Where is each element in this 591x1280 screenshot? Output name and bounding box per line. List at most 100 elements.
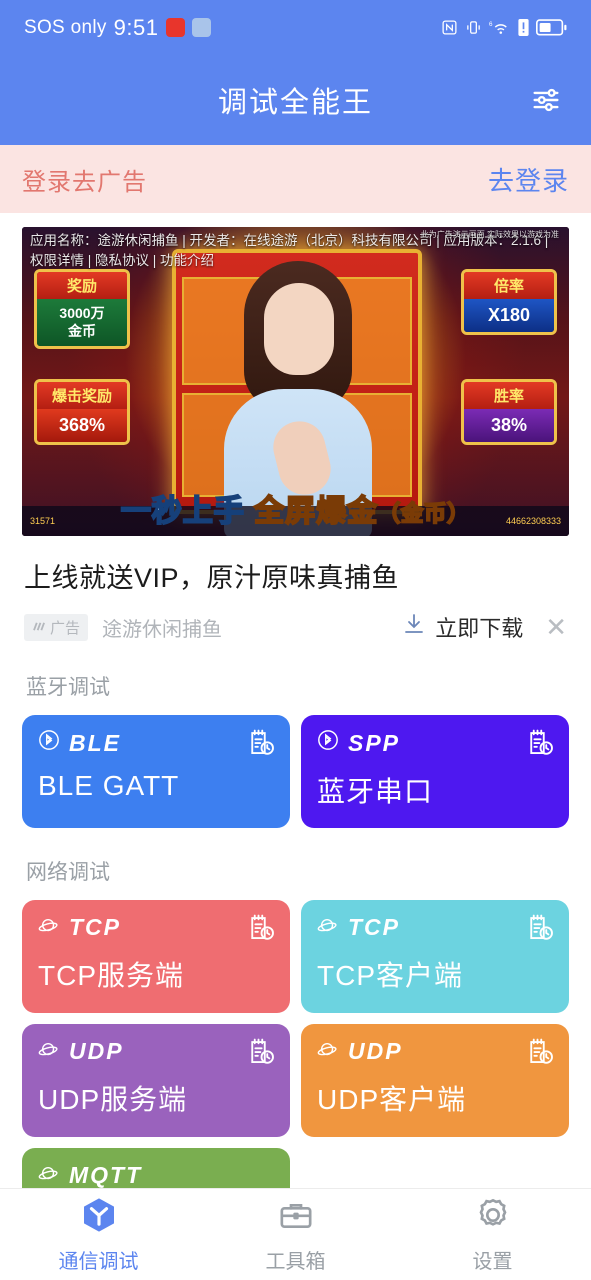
- login-banner-text: 登录去广告: [22, 168, 147, 196]
- nfc-icon: [441, 19, 458, 36]
- card-protocol-label: MQTT: [69, 1162, 143, 1188]
- ad-slogan-part-2: 全屏爆金: [253, 494, 379, 529]
- ad-actions: 立即下载 ✕: [402, 611, 567, 643]
- card-udp-client[interactable]: UDP UDP客户端: [301, 1024, 569, 1137]
- login-ad-banner[interactable]: 登录去广告 去登录: [0, 145, 591, 213]
- page-title: 调试全能王: [217, 87, 373, 119]
- sliders-settings-icon[interactable]: [525, 79, 567, 121]
- carrier-label: SOS only: [24, 16, 107, 38]
- ad-panel-caption: 胜率: [464, 382, 554, 409]
- history-clipboard-icon[interactable]: [525, 728, 555, 763]
- bluetooth-icon: [38, 729, 60, 757]
- status-bar-left: SOS only 9:51: [24, 15, 211, 41]
- app-bar: 调试全能王: [0, 55, 591, 145]
- card-udp-server[interactable]: UDP UDP服务端: [22, 1024, 290, 1137]
- toolbox-icon: [276, 1195, 316, 1240]
- globe-icon: [38, 1038, 60, 1065]
- card-title: BLE GATT: [38, 770, 180, 801]
- card-protocol-row: SPP: [317, 729, 553, 757]
- nav-item-toolbox[interactable]: 工具箱: [197, 1195, 394, 1274]
- ad-image[interactable]: 奖励 3000万 金币 爆击奖励 368% 倍率 X180 胜率 38% 应用名称…: [22, 227, 569, 536]
- status-bar: SOS only 9:51 6: [0, 0, 591, 55]
- history-clipboard-icon[interactable]: [246, 913, 276, 948]
- card-protocol-label: UDP: [348, 1038, 403, 1064]
- nav-item-comm-debug[interactable]: 通信调试: [0, 1195, 197, 1274]
- ad-download-button[interactable]: 立即下载: [402, 611, 523, 643]
- card-title: UDP服务端: [38, 1084, 188, 1115]
- card-protocol-row: BLE: [38, 729, 274, 757]
- bluetooth-card-grid: BLE BLE GATT SPP 蓝牙串口: [0, 715, 591, 828]
- card-protocol-row: TCP: [38, 914, 274, 941]
- nav-label: 通信调试: [58, 1251, 139, 1273]
- globe-icon: [38, 1162, 60, 1189]
- globe-icon: [317, 1038, 339, 1065]
- red-app-icon: [165, 18, 185, 37]
- ad-panel-caption: 奖励: [37, 272, 127, 299]
- ad-panel-value: 368%: [37, 409, 127, 442]
- ad-slogan-part-3: （金币）: [377, 500, 471, 527]
- gear-icon: [473, 1195, 513, 1240]
- card-title: UDP客户端: [317, 1084, 467, 1115]
- ad-panel-caption: 爆击奖励: [37, 382, 127, 409]
- ad-panel-caption: 倍率: [464, 272, 554, 299]
- ad-sponsor-name: 途游休闲捕鱼: [102, 618, 223, 641]
- section-title-bluetooth: 蓝牙调试: [26, 676, 110, 699]
- nav-item-settings[interactable]: 设置: [394, 1195, 591, 1274]
- clock-label: 9:51: [113, 14, 159, 40]
- ad-lines-icon: [32, 619, 47, 636]
- section-title-network: 网络调试: [26, 861, 110, 884]
- svg-text:6: 6: [489, 21, 493, 28]
- ad-panel-value: 3000万 金币: [37, 299, 127, 346]
- ad-headline: 上线就送VIP，原汁原味真捕鱼: [24, 563, 400, 593]
- card-tcp-client[interactable]: TCP TCP客户端: [301, 900, 569, 1013]
- card-title: TCP客户端: [317, 960, 464, 991]
- ad-panel-value: X180: [464, 299, 554, 332]
- card-title: 蓝牙串口: [317, 776, 434, 807]
- ad-download-label: 立即下载: [435, 616, 524, 641]
- blue-app-icon: [191, 18, 211, 37]
- nav-label: 设置: [472, 1251, 513, 1273]
- ad-panel-multiplier: 倍率 X180: [461, 269, 557, 335]
- battery-icon: [536, 19, 567, 36]
- card-protocol-row: UDP: [317, 1038, 553, 1065]
- card-bluetooth-serial[interactable]: SPP 蓝牙串口: [301, 715, 569, 828]
- card-protocol-label: SPP: [348, 729, 401, 756]
- advertisement[interactable]: 奖励 3000万 金币 爆击奖励 368% 倍率 X180 胜率 38% 应用名称…: [0, 213, 591, 643]
- wifi-6-icon: 6: [489, 19, 511, 36]
- ad-panel-reward: 奖励 3000万 金币: [34, 269, 130, 349]
- card-protocol-row: TCP: [317, 914, 553, 941]
- bluetooth-icon: [317, 729, 339, 757]
- card-protocol-label: TCP: [69, 914, 121, 940]
- card-protocol-row: UDP: [38, 1038, 274, 1065]
- bottom-navigation: 通信调试 工具箱 设置: [0, 1188, 591, 1280]
- ad-slogan: 一秒上手 全屏爆金（金币）: [22, 486, 569, 530]
- nav-label: 工具箱: [265, 1251, 326, 1273]
- ad-panel-winrate: 胜率 38%: [461, 379, 557, 445]
- ad-panel-crit-reward: 爆击奖励 368%: [34, 379, 130, 445]
- card-protocol-row: MQTT: [38, 1162, 274, 1189]
- card-ble-gatt[interactable]: BLE BLE GATT: [22, 715, 290, 828]
- ad-demo-note: 此为广告演示画面 实际效果以游戏为准: [420, 230, 559, 239]
- card-tcp-server[interactable]: TCP TCP服务端: [22, 900, 290, 1013]
- close-icon[interactable]: ✕: [545, 614, 567, 640]
- ad-meta-row: 广告 途游休闲捕鱼 立即下载 ✕: [22, 595, 569, 643]
- go-login-button[interactable]: 去登录: [488, 161, 569, 198]
- history-clipboard-icon[interactable]: [246, 1037, 276, 1072]
- status-bar-right: 6: [441, 19, 567, 36]
- globe-icon: [317, 914, 339, 941]
- card-protocol-label: UDP: [69, 1038, 124, 1064]
- vibrate-icon: [465, 19, 482, 36]
- ad-badge: 广告: [24, 613, 89, 641]
- ad-slogan-part-1: 一秒上手: [120, 494, 245, 529]
- sim-alert-icon: [518, 19, 529, 36]
- card-title: TCP服务端: [38, 960, 185, 991]
- history-clipboard-icon[interactable]: [246, 728, 276, 763]
- history-clipboard-icon[interactable]: [525, 1037, 555, 1072]
- globe-icon: [38, 914, 60, 941]
- download-icon: [402, 612, 426, 642]
- cube-y-icon: [79, 1195, 119, 1240]
- history-clipboard-icon[interactable]: [525, 913, 555, 948]
- card-protocol-label: TCP: [348, 914, 400, 940]
- ad-panel-value: 38%: [464, 409, 554, 442]
- ad-badge-label: 广告: [50, 619, 81, 637]
